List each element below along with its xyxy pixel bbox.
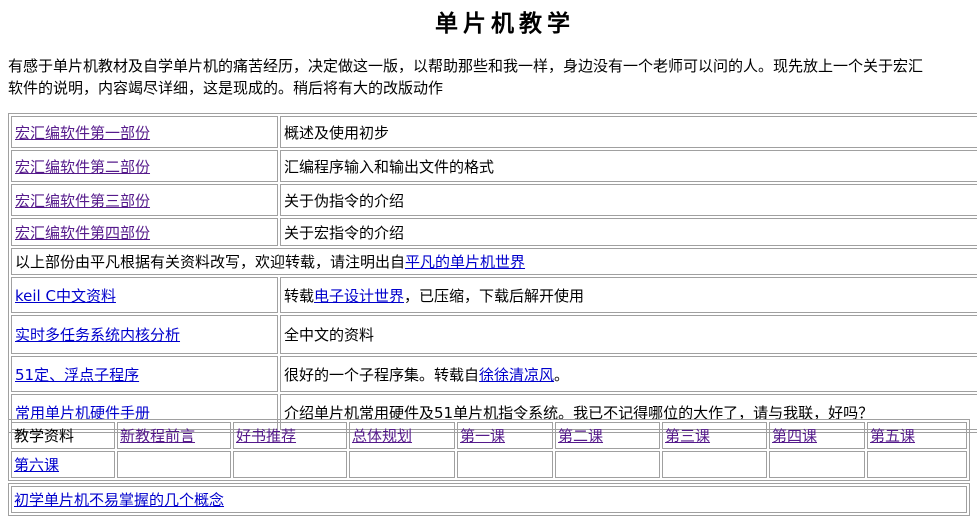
table-cell [555,451,660,478]
table-cell: 总体规划 [349,422,455,449]
link-rtos-kernel[interactable]: 实时多任务系统内核分析 [15,326,180,344]
link-macro-asm-part-3[interactable]: 宏汇编软件第三部份 [15,192,150,210]
link-lesson-1[interactable]: 第一课 [460,427,505,445]
table-row: 宏汇编软件第一部份 概述及使用初步 [11,116,977,148]
table-row: 宏汇编软件第二部份 汇编程序输入和输出文件的格式 [11,150,977,182]
credit-text: 以上部份由平凡根据有关资料改写，欢迎转载，请注明出自 [15,253,406,271]
float-desc-pre: 很好的一个子程序集。转载自 [284,365,480,384]
table-cell: 初学单片机不易掌握的几个概念 [11,486,967,513]
link-overall-plan[interactable]: 总体规划 [352,427,412,445]
table-cell: 汇编程序输入和输出文件的格式 [280,150,977,182]
page-title: 单片机教学 [435,11,575,37]
table-cell: 关于伪指令的介绍 [280,184,977,216]
table-cell: 51定、浮点子程序 [11,356,278,392]
table-cell: 第六课 [11,451,115,478]
table-row: 初学单片机不易掌握的几个概念 [11,486,967,513]
intro-line-2: 软件的说明，内容竭尽详细，这是现成的。稍后将有大的改版动作 [8,79,444,97]
intro-line-1: 有感于单片机教材及自学单片机的痛苦经历，决定做这一版，以帮助那些和我一样，身边没… [8,57,924,75]
table-cell [867,451,967,478]
table-cell: 宏汇编软件第二部份 [11,150,278,182]
lessons-table: 教学资料 新教程前言 好书推荐 总体规划 第一课 第二课 第三课 第四课 第五课… [8,419,970,481]
link-lesson-2[interactable]: 第二课 [558,427,603,445]
table-cell: 新教程前言 [117,422,231,449]
link-macro-asm-part-2[interactable]: 宏汇编软件第二部份 [15,158,150,176]
table-cell [233,451,347,478]
table-row: 教学资料 新教程前言 好书推荐 总体规划 第一课 第二课 第三课 第四课 第五课 [11,422,967,449]
table-row: 宏汇编软件第三部份 关于伪指令的介绍 [11,184,977,216]
table-cell: 好书推荐 [233,422,347,449]
link-lesson-4[interactable]: 第四课 [772,427,817,445]
table-cell [457,451,553,478]
keil-desc-pre: 转载 [284,286,315,305]
table-cell: 概述及使用初步 [280,116,977,148]
link-macro-asm-part-1[interactable]: 宏汇编软件第一部份 [15,124,150,142]
credit-cell: 以上部份由平凡根据有关资料改写，欢迎转载，请注明出自平凡的单片机世界 [11,248,977,275]
link-lesson-5[interactable]: 第五课 [870,427,915,445]
table-cell: 第五课 [867,422,967,449]
table-cell: 第三课 [662,422,767,449]
table-cell: 宏汇编软件第三部份 [11,184,278,216]
table-cell: 第二课 [555,422,660,449]
table-cell: 很好的一个子程序集。转载自徐徐清凉风。 [280,356,977,392]
link-lesson-6[interactable]: 第六课 [14,456,59,474]
link-book-recommend[interactable]: 好书推荐 [236,427,296,445]
table-row: keil C中文资料 转载电子设计世界，已压缩，下载后解开使用 [11,277,977,313]
lessons-label: 教学资料 [11,422,115,449]
table-row: 第六课 [11,451,967,478]
table-cell [117,451,231,478]
table-cell [769,451,865,478]
link-macro-asm-part-4[interactable]: 宏汇编软件第四部份 [15,224,150,242]
link-float-subroutines[interactable]: 51定、浮点子程序 [15,366,139,384]
table-cell: 宏汇编软件第四部份 [11,218,278,246]
float-desc-post: 。 [554,365,570,384]
table-row: 实时多任务系统内核分析 全中文的资料 [11,315,977,354]
link-edesign-world[interactable]: 电子设计世界 [314,287,404,305]
table-cell: 第四课 [769,422,865,449]
table-row: 宏汇编软件第四部份 关于宏指令的介绍 [11,218,977,246]
table-cell: 全中文的资料 [280,315,977,354]
intro-text: 有感于单片机教材及自学单片机的痛苦经历，决定做这一版，以帮助那些和我一样，身边没… [8,55,977,99]
table-cell [662,451,767,478]
table-cell [349,451,455,478]
keil-desc-post: ，已压缩，下载后解开使用 [404,286,585,305]
link-keil-c[interactable]: keil C中文资料 [15,287,116,305]
table-cell: 第一课 [457,422,553,449]
table-cell: 关于宏指令的介绍 [280,218,977,246]
table-cell: 转载电子设计世界，已压缩，下载后解开使用 [280,277,977,313]
link-beginner-concepts[interactable]: 初学单片机不易掌握的几个概念 [14,491,224,509]
resources-table: 宏汇编软件第一部份 概述及使用初步 宏汇编软件第二部份 汇编程序输入和输出文件的… [8,113,977,433]
link-lesson-3[interactable]: 第三课 [665,427,710,445]
link-preface[interactable]: 新教程前言 [120,427,195,445]
table-cell: 实时多任务系统内核分析 [11,315,278,354]
link-site-home[interactable]: 平凡的单片机世界 [405,253,525,271]
link-author-breeze[interactable]: 徐徐清凉风 [479,366,554,384]
table-row: 以上部份由平凡根据有关资料改写，欢迎转载，请注明出自平凡的单片机世界 [11,248,977,275]
table-row: 51定、浮点子程序 很好的一个子程序集。转载自徐徐清凉风。 [11,356,977,392]
table-cell: 宏汇编软件第一部份 [11,116,278,148]
concepts-table: 初学单片机不易掌握的几个概念 [8,483,970,516]
table-cell: keil C中文资料 [11,277,278,313]
